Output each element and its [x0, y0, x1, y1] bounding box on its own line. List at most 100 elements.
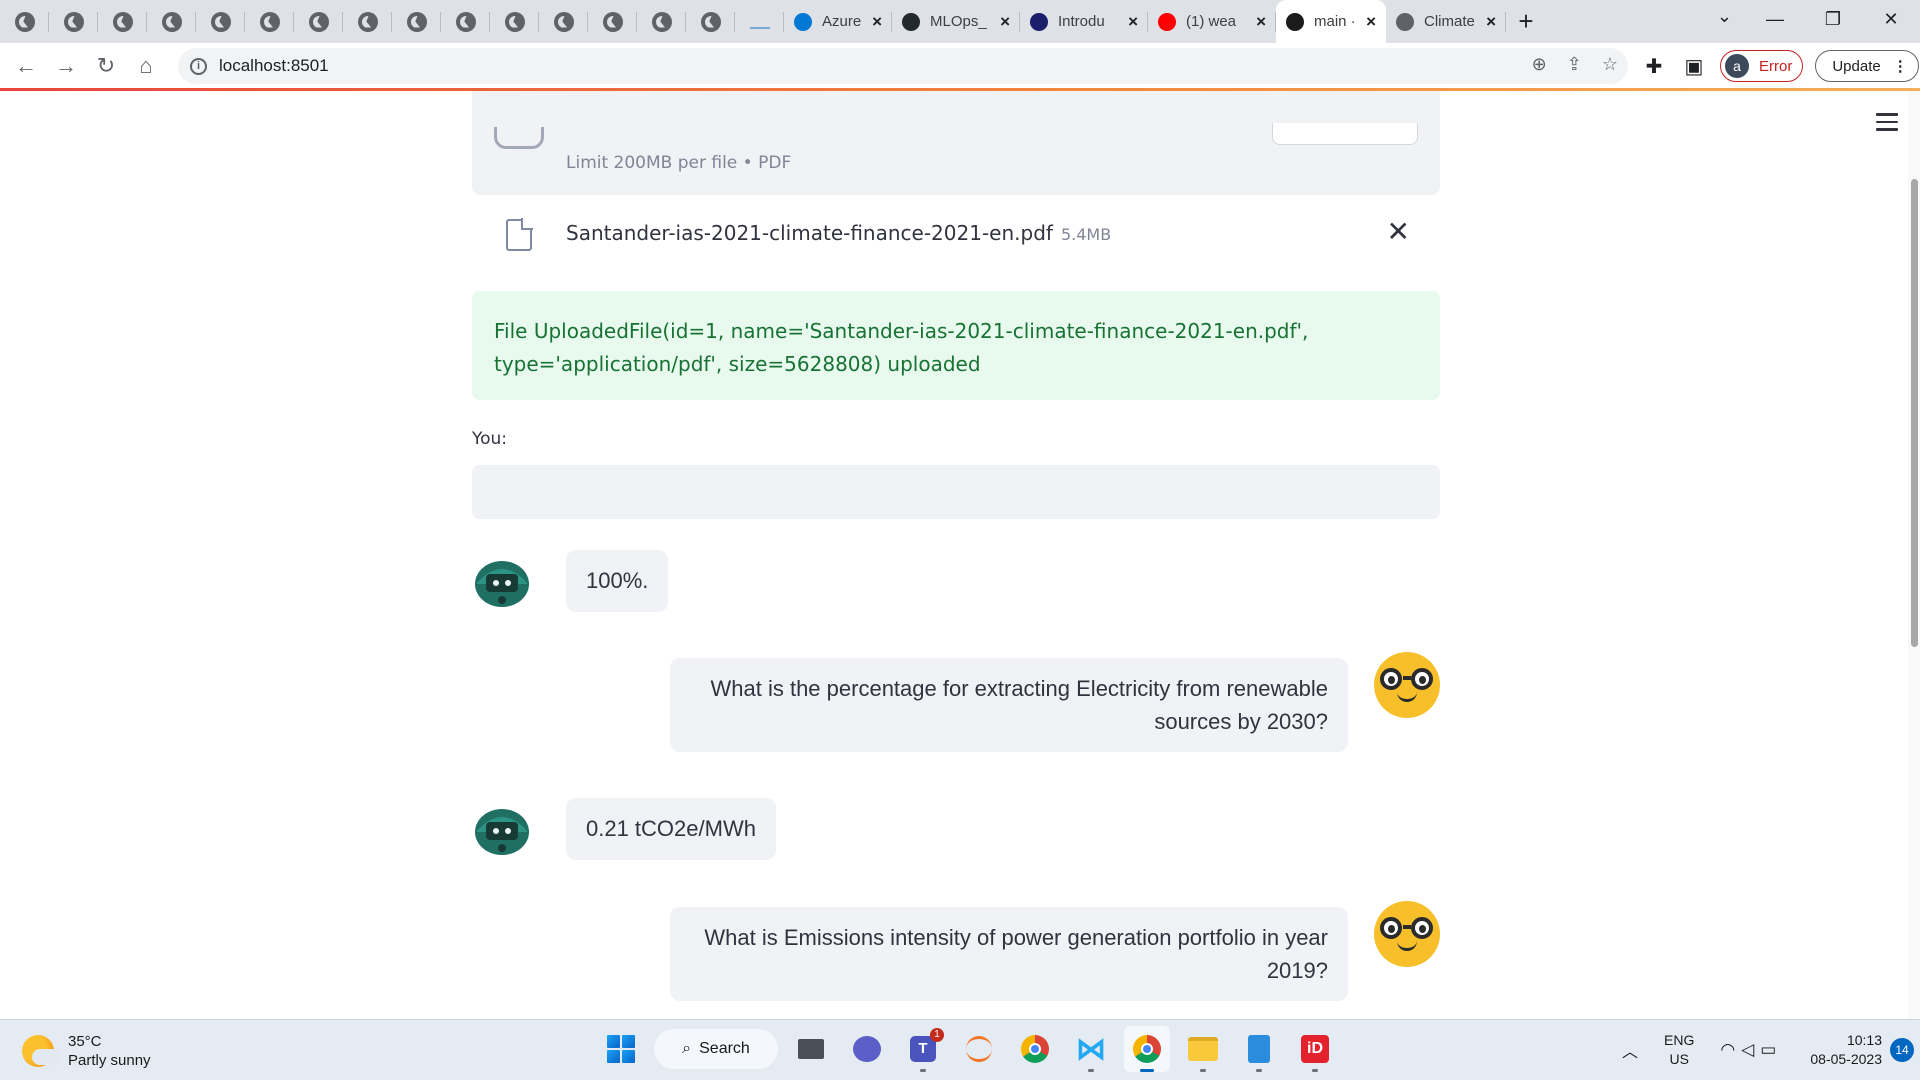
new-tab-button[interactable]: + [1506, 6, 1546, 37]
globe-icon [112, 11, 133, 32]
globe-icon [700, 11, 721, 32]
globe-icon [357, 11, 378, 32]
page-scrollbar[interactable] [1908, 91, 1920, 1019]
start-button[interactable] [598, 1026, 644, 1072]
browser-tab[interactable]: Azure M × [784, 0, 892, 43]
address-bar[interactable]: i localhost:8501 ⊕ ⇪ ☆ [178, 48, 1628, 84]
tab-title: (1) wea [1186, 13, 1237, 30]
pinned-tab[interactable] [343, 0, 392, 43]
taskbar-search[interactable]: ⌕ Search [654, 1029, 778, 1069]
system-tray: ︿ ENG US ◠◁▭ 10:13 08-05-2023 14 [1622, 1028, 1920, 1072]
pinned-tab[interactable] [294, 0, 343, 43]
extensions-icon[interactable]: ✚ [1640, 54, 1668, 79]
profile-status: Error [1759, 57, 1793, 75]
pinned-tab[interactable] [147, 0, 196, 43]
weather-widget[interactable]: 35°C Partly sunny [22, 1032, 151, 1070]
home-icon[interactable]: ⌂ [126, 53, 166, 79]
close-tab-icon[interactable]: × [1486, 12, 1496, 32]
language-indicator[interactable]: ENG US [1664, 1031, 1694, 1069]
chrome-icon[interactable] [1012, 1026, 1058, 1072]
chat-input-label: You: [472, 429, 508, 449]
bookmark-star-icon[interactable]: ☆ [1602, 54, 1618, 75]
smile [1397, 941, 1417, 951]
chat-app-icon[interactable] [844, 1026, 890, 1072]
update-button[interactable]: Update ⋮ [1815, 50, 1919, 82]
user-message-bubble: What is Emissions intensity of power gen… [670, 907, 1348, 1001]
tab-search-chevron-icon[interactable]: ⌄ [1717, 6, 1732, 27]
pinned-tab[interactable] [539, 0, 588, 43]
update-label: Update [1832, 57, 1881, 75]
task-view-icon[interactable] [788, 1026, 834, 1072]
windows-logo-icon [607, 1035, 635, 1063]
upload-success-alert: File UploadedFile(id=1, name='Santander-… [472, 291, 1440, 400]
site-info-icon[interactable]: i [190, 57, 207, 75]
pinned-tab[interactable] [441, 0, 490, 43]
bot-avatar [475, 561, 529, 607]
share-icon[interactable]: ⇪ [1567, 54, 1582, 75]
browser-tab-strip: Azure M × MLOps_ × Introdu × (1) wea × main · S ×… [0, 0, 1920, 43]
uploaded-file-name: Santander-ias-2021-climate-finance-2021-… [566, 221, 1111, 245]
remove-file-icon[interactable]: ✕ [1387, 215, 1410, 248]
minimize-icon[interactable]: — [1746, 0, 1804, 43]
back-icon[interactable]: ← [6, 53, 46, 79]
tab-title: Introdu [1058, 13, 1105, 30]
close-tab-icon[interactable]: × [872, 12, 882, 32]
side-panel-icon[interactable]: ▣ [1680, 54, 1708, 79]
globe-icon [308, 11, 329, 32]
close-tab-icon[interactable]: × [1128, 12, 1138, 32]
main-menu-icon[interactable] [1876, 113, 1898, 136]
pinned-tab[interactable] [245, 0, 294, 43]
tab-list: Azure M × MLOps_ × Introdu × (1) wea × main · S ×… [784, 0, 1506, 43]
close-tab-icon[interactable]: × [1256, 12, 1266, 32]
browser-tab[interactable]: Climate × [1386, 0, 1506, 43]
pinned-tab[interactable] [392, 0, 441, 43]
reload-icon[interactable]: ↻ [86, 53, 126, 79]
profile-button[interactable]: a Error [1720, 50, 1804, 82]
url-text[interactable]: localhost:8501 [219, 56, 329, 76]
browser-tab[interactable]: main · S × [1276, 0, 1386, 43]
browser-tab[interactable]: Introdu × [1020, 0, 1148, 43]
browser-tab[interactable]: (1) wea × [1148, 0, 1276, 43]
zoom-icon[interactable]: ⊕ [1532, 54, 1547, 75]
cloud-upload-icon [494, 127, 544, 149]
file-explorer-icon[interactable] [1180, 1026, 1226, 1072]
tab-title: Climate [1424, 13, 1475, 30]
profile-avatar: a [1725, 54, 1749, 78]
close-window-icon[interactable]: ✕ [1862, 0, 1920, 43]
pinned-tab[interactable] [588, 0, 637, 43]
notepad-icon[interactable] [1236, 1026, 1282, 1072]
chrome-active-icon[interactable] [1124, 1026, 1170, 1072]
pinned-tab[interactable] [637, 0, 686, 43]
pinned-tab[interactable] [686, 0, 735, 43]
vscode-icon[interactable]: ⋈ [1068, 1026, 1114, 1072]
id-app-icon[interactable]: iD [1292, 1026, 1338, 1072]
browser-tab[interactable]: MLOps_ × [892, 0, 1020, 43]
wifi-volume-battery-icons[interactable]: ◠◁▭ [1720, 1040, 1782, 1060]
clock[interactable]: 10:13 08-05-2023 [1810, 1031, 1882, 1069]
pinned-tab[interactable] [49, 0, 98, 43]
globe-icon [259, 11, 280, 32]
pinned-tab[interactable] [196, 0, 245, 43]
close-tab-icon[interactable]: × [1000, 12, 1010, 32]
notification-count-badge[interactable]: 14 [1890, 1038, 1914, 1062]
pinned-tab[interactable] [490, 0, 539, 43]
glasses-lens [1411, 668, 1433, 690]
restore-icon[interactable]: ❐ [1804, 0, 1862, 43]
forward-icon[interactable]: → [46, 53, 86, 79]
pinned-tab-chart[interactable] [735, 0, 784, 43]
globe-icon [14, 11, 35, 32]
globe-icon [63, 11, 84, 32]
chat-input[interactable] [472, 465, 1440, 519]
scrollbar-thumb[interactable] [1911, 179, 1918, 647]
close-tab-icon[interactable]: × [1366, 12, 1376, 32]
pinned-tab[interactable] [0, 0, 49, 43]
taskbar: 35°C Partly sunny ⌕ Search T1 ⋈ iD ︿ ENG … [0, 1019, 1920, 1080]
browse-files-button[interactable] [1272, 123, 1418, 145]
teams-icon[interactable]: T1 [900, 1026, 946, 1072]
jupyter-icon[interactable] [956, 1026, 1002, 1072]
globe-icon [406, 11, 427, 32]
tray-overflow-chevron-icon[interactable]: ︿ [1622, 1038, 1638, 1062]
pinned-tab[interactable] [98, 0, 147, 43]
file-dropzone[interactable]: Limit 200MB per file • PDF [472, 91, 1440, 195]
lang-secondary: US [1669, 1051, 1689, 1067]
